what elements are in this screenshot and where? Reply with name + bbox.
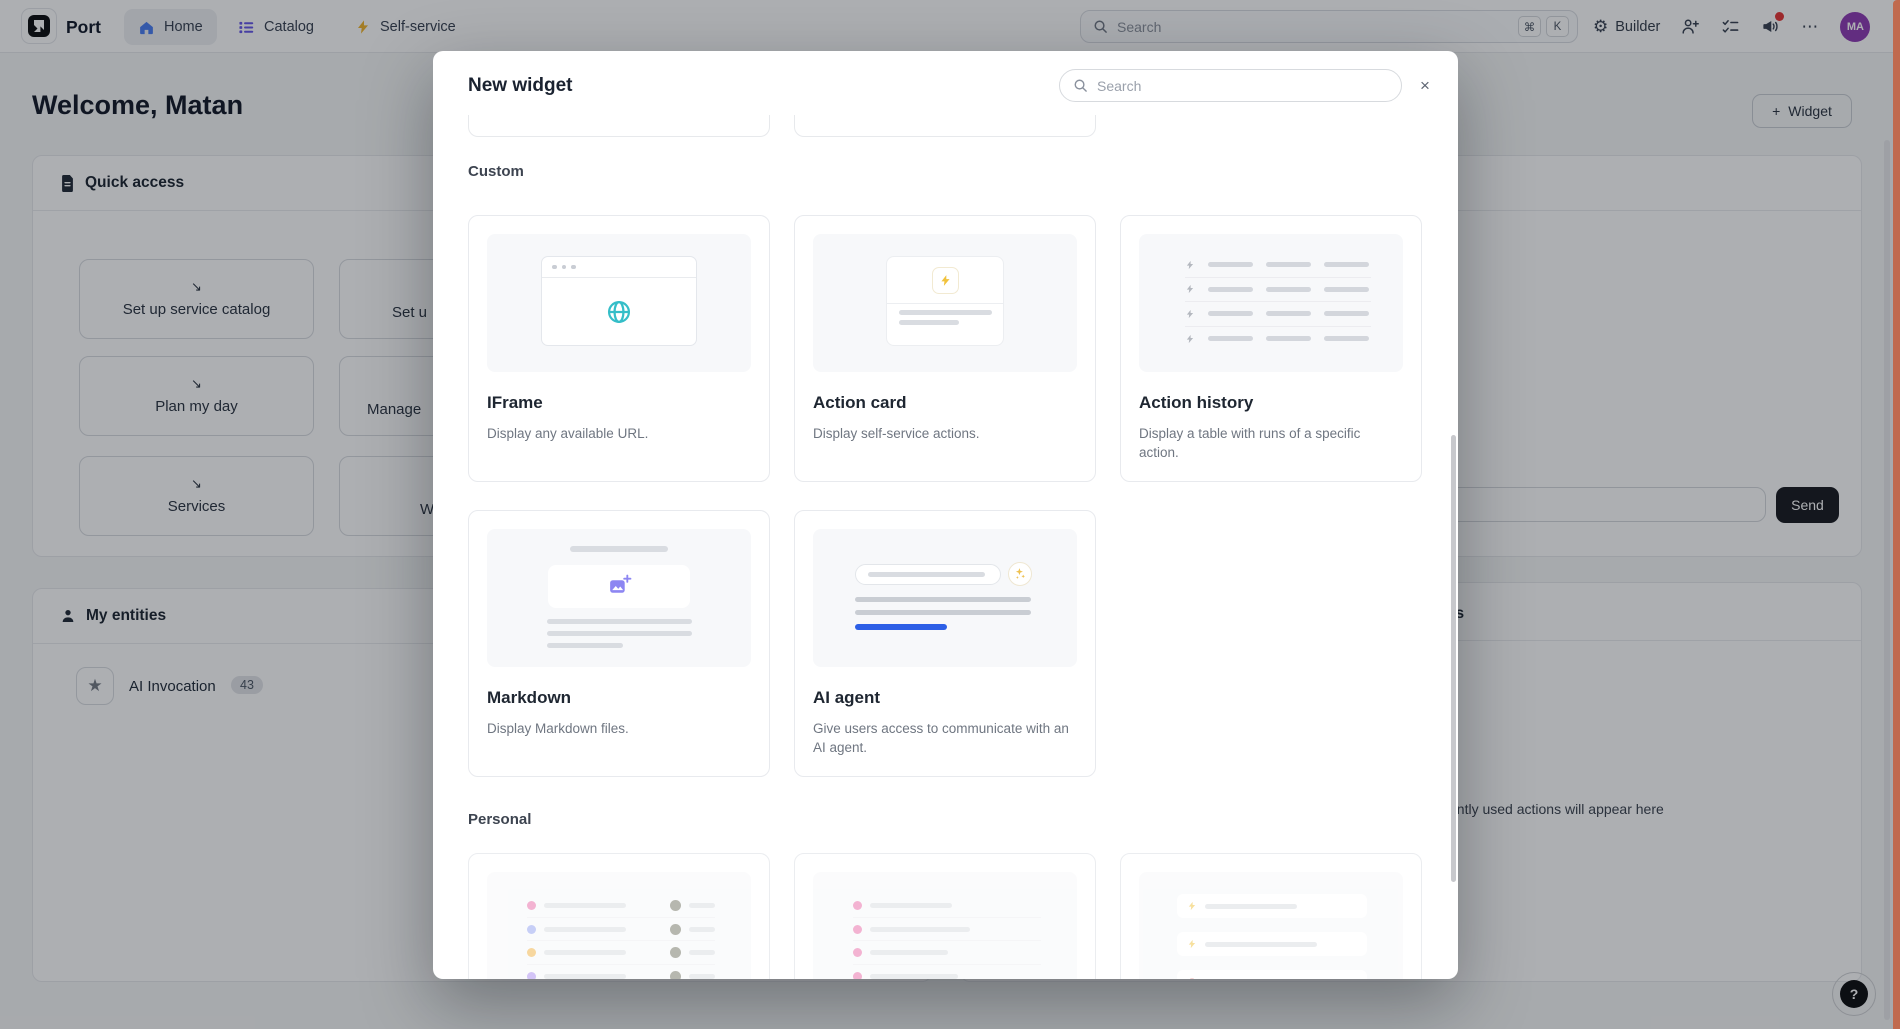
personal-thumbnail — [1139, 872, 1403, 979]
widget-description: Display any available URL. — [487, 424, 749, 443]
lightning-icon — [1187, 939, 1197, 949]
widget-description: Display Markdown files. — [487, 719, 749, 738]
widget-card-personal-2[interactable] — [794, 853, 1096, 979]
widget-card-personal-1[interactable] — [468, 853, 770, 979]
widget-description: Display self-service actions. — [813, 424, 1075, 443]
widget-title: Action history — [1139, 393, 1403, 413]
widget-card-action-card[interactable]: Action card Display self-service actions… — [794, 215, 1096, 482]
lightning-icon — [939, 274, 952, 287]
widget-description: Display a table with runs of a specific … — [1139, 424, 1401, 462]
widget-description: Give users access to communicate with an… — [813, 719, 1075, 757]
section-label-custom: Custom — [468, 163, 524, 180]
modal-title: New widget — [468, 75, 573, 97]
image-plus-icon — [607, 574, 632, 599]
lightning-icon — [1185, 309, 1195, 319]
window-edge-strip — [1893, 0, 1900, 1029]
search-icon — [1073, 78, 1088, 93]
widget-search-input[interactable] — [1059, 69, 1402, 102]
iframe-thumbnail — [487, 234, 751, 372]
modal-scrollbar[interactable] — [1451, 435, 1456, 882]
blue-progress-bar — [855, 624, 947, 630]
widget-card-iframe[interactable]: IFrame Display any available URL. — [468, 215, 770, 482]
widget-title: Action card — [813, 393, 1077, 413]
section-label-personal: Personal — [468, 811, 531, 828]
globe-icon — [605, 298, 633, 326]
personal-thumbnail — [813, 872, 1077, 979]
widget-card-partial[interactable] — [794, 115, 1096, 137]
ai-agent-thumbnail — [813, 529, 1077, 667]
widget-card-ai-agent[interactable]: AI agent Give users access to communicat… — [794, 510, 1096, 777]
lightning-icon — [1185, 284, 1195, 294]
action-card-thumbnail — [813, 234, 1077, 372]
widget-card-action-history[interactable]: Action history Display a table with runs… — [1120, 215, 1422, 482]
trash-icon — [1187, 977, 1197, 979]
widget-card-personal-3[interactable] — [1120, 853, 1422, 979]
widget-title: AI agent — [813, 688, 1077, 708]
close-icon[interactable]: × — [1416, 77, 1434, 95]
personal-thumbnail — [487, 872, 751, 979]
browser-window-illustration — [541, 256, 697, 346]
widget-card-markdown[interactable]: Markdown Display Markdown files. — [468, 510, 770, 777]
widget-title: Markdown — [487, 688, 751, 708]
lightning-icon — [1187, 901, 1197, 911]
action-history-thumbnail — [1139, 234, 1403, 372]
lightning-icon — [1185, 260, 1195, 270]
widget-title: IFrame — [487, 393, 751, 413]
new-widget-modal: New widget × Custom — [433, 51, 1458, 979]
widget-card-partial[interactable] — [468, 115, 770, 137]
markdown-thumbnail — [487, 529, 751, 667]
lightning-icon — [1185, 334, 1195, 344]
sparkles-icon — [1013, 567, 1027, 581]
